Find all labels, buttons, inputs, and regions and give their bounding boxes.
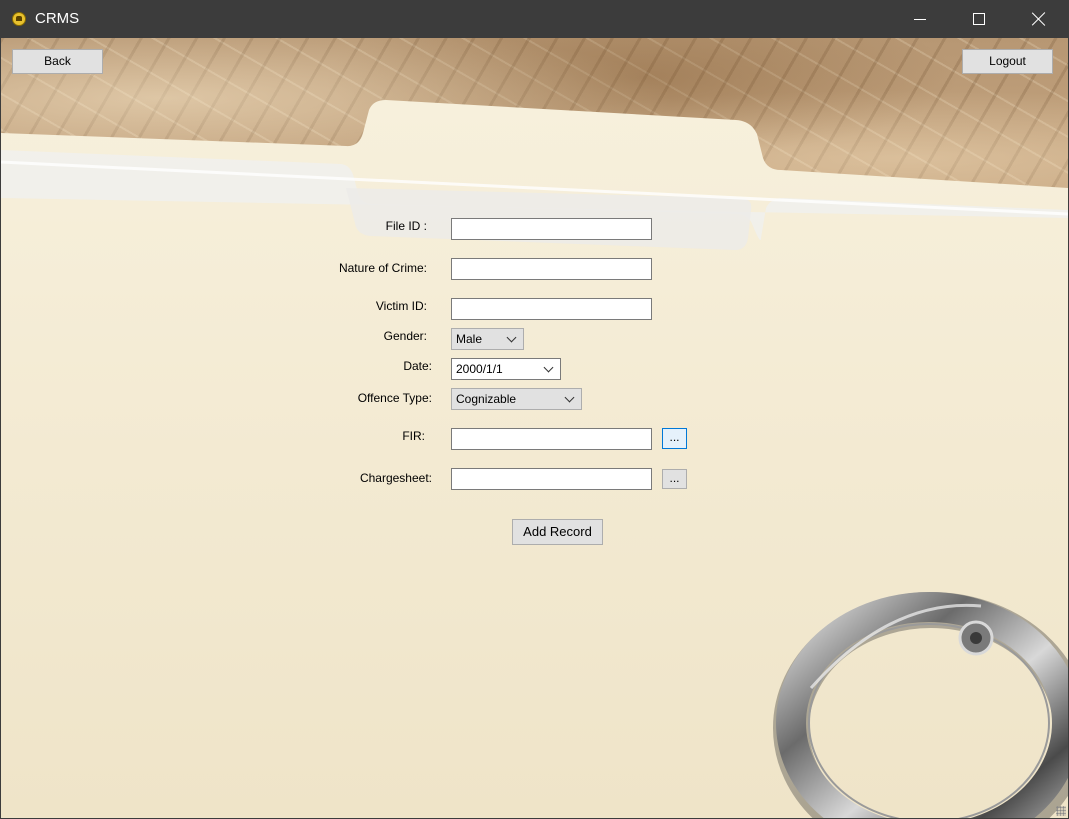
minimize-icon xyxy=(914,19,926,20)
fir-label: FIR: xyxy=(402,429,425,443)
chargesheet-label: Chargesheet: xyxy=(359,471,432,485)
back-button[interactable]: Back xyxy=(12,49,103,74)
victim-id-input[interactable] xyxy=(451,298,652,320)
gender-selected-value: Male xyxy=(456,332,483,346)
close-icon xyxy=(1032,12,1046,26)
fir-browse-button[interactable]: ... xyxy=(662,428,687,449)
close-button[interactable] xyxy=(1015,0,1061,38)
date-picker[interactable]: 2000/1/1 xyxy=(451,358,561,380)
nature-of-crime-label: Nature of Crime: xyxy=(338,261,427,275)
fir-file-input[interactable] xyxy=(451,428,652,450)
gender-label: Gender: xyxy=(383,329,427,343)
offence-type-label: Offence Type: xyxy=(357,391,432,405)
date-label: Date: xyxy=(403,359,432,373)
minimize-button[interactable] xyxy=(897,0,943,38)
chevron-down-icon xyxy=(564,392,575,403)
victim-id-label: Victim ID: xyxy=(375,299,427,313)
offence-type-select[interactable]: Cognizable xyxy=(451,388,582,410)
chevron-down-icon xyxy=(543,362,554,373)
maximize-icon xyxy=(973,13,985,25)
nature-of-crime-input[interactable] xyxy=(451,258,652,280)
logout-button[interactable]: Logout xyxy=(962,49,1053,74)
chevron-down-icon xyxy=(506,332,517,343)
file-id-input[interactable] xyxy=(451,218,652,240)
title-bar: CRMS xyxy=(0,0,1069,38)
offence-type-selected-value: Cognizable xyxy=(456,392,517,406)
main-panel: Back Logout File ID : Nature of Crime: V… xyxy=(1,38,1068,818)
gender-select[interactable]: Male xyxy=(451,328,524,350)
file-id-label: File ID : xyxy=(385,219,427,233)
maximize-button[interactable] xyxy=(956,0,1002,38)
handcuff-image xyxy=(773,592,1068,818)
chargesheet-browse-button[interactable]: ... xyxy=(662,469,687,489)
window-title: CRMS xyxy=(35,10,80,27)
crms-app-icon xyxy=(12,12,26,26)
date-value: 2000/1/1 xyxy=(456,362,503,376)
chargesheet-file-input[interactable] xyxy=(451,468,652,490)
add-record-button[interactable]: Add Record xyxy=(512,519,603,545)
resize-grip-icon[interactable] xyxy=(1056,806,1066,816)
